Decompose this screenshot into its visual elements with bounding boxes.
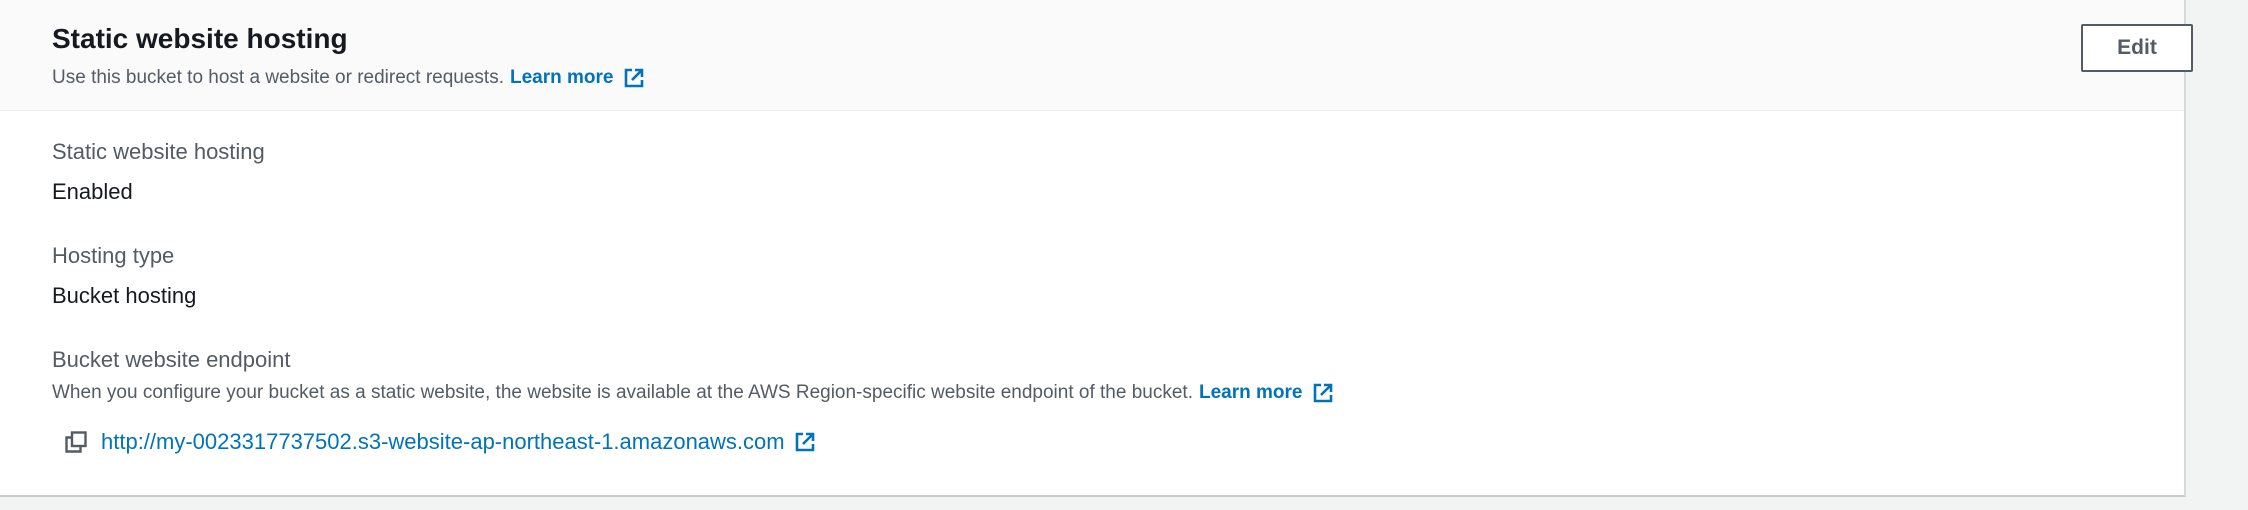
external-link-icon[interactable]: [623, 67, 645, 89]
endpoint-learn-more-link[interactable]: Learn more: [1199, 380, 1302, 406]
hosting-type-value: Bucket hosting: [52, 283, 197, 308]
external-link-icon[interactable]: [1312, 382, 1334, 404]
panel-description: Use this bucket to host a website or red…: [52, 65, 645, 91]
panel-description-text: Use this bucket to host a website or red…: [52, 67, 504, 88]
copy-icon[interactable]: [64, 430, 88, 454]
endpoint-description-text: When you configure your bucket as a stat…: [52, 382, 1193, 403]
endpoint-url-row: http://my-0023317737502.s3-website-ap-no…: [64, 427, 816, 457]
panel-header: Static website hosting Use this bucket t…: [0, 0, 2193, 111]
endpoint-description: When you configure your bucket as a stat…: [52, 380, 1334, 406]
static-website-hosting-panel: Static website hosting Use this bucket t…: [0, 0, 2193, 497]
hosting-status-label: Static website hosting: [52, 139, 265, 164]
hosting-status-value: Enabled: [52, 179, 133, 204]
learn-more-link[interactable]: Learn more: [510, 65, 613, 91]
external-link-icon[interactable]: [794, 431, 816, 453]
edit-button[interactable]: Edit: [2081, 24, 2193, 72]
hosting-type-label: Hosting type: [52, 243, 175, 268]
endpoint-label: Bucket website endpoint: [52, 347, 291, 372]
endpoint-url-link[interactable]: http://my-0023317737502.s3-website-ap-no…: [101, 427, 785, 457]
panel-title: Static website hosting: [52, 23, 348, 54]
